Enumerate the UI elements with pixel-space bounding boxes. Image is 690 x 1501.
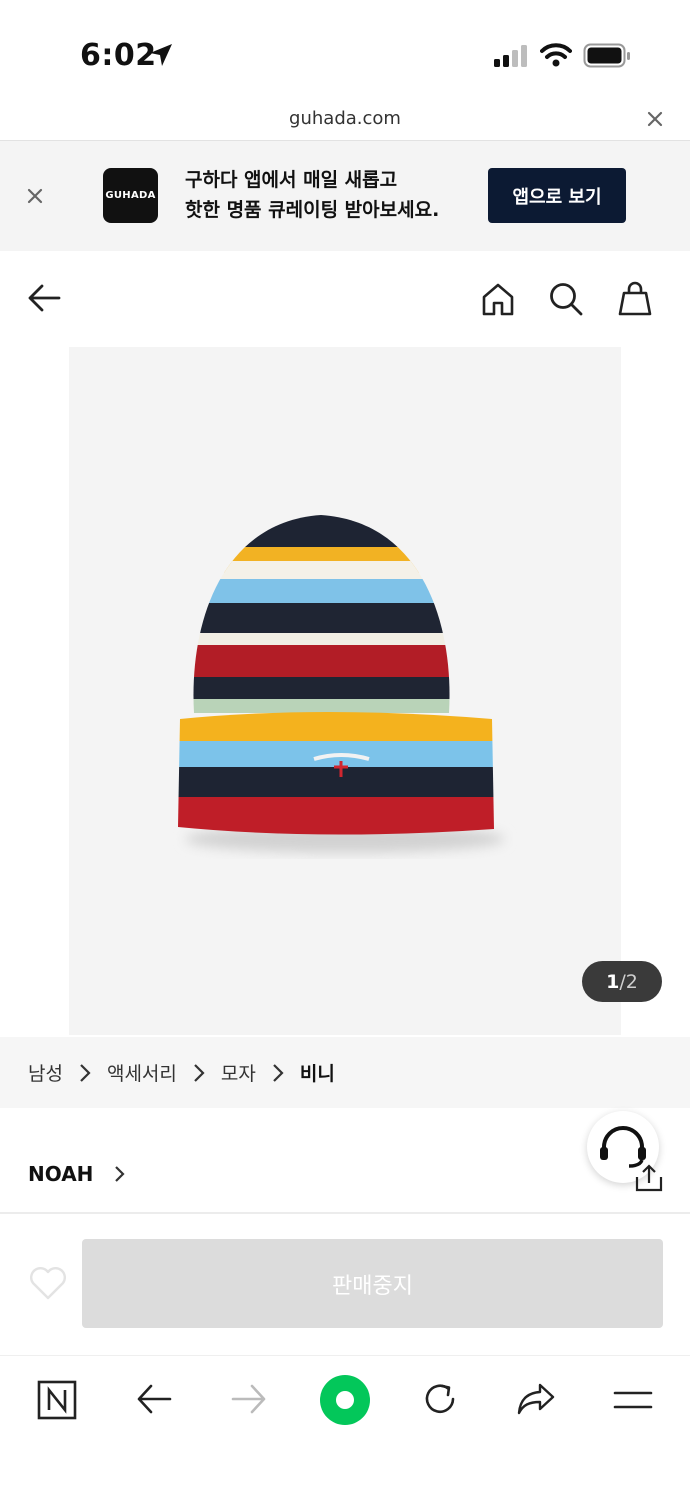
battery-icon: [583, 43, 630, 68]
menu-icon[interactable]: [613, 1389, 653, 1411]
naver-n-icon[interactable]: [37, 1380, 77, 1420]
open-app-button[interactable]: 앱으로 보기: [488, 168, 626, 223]
close-icon[interactable]: [647, 111, 663, 127]
banner-line-2: 핫한 명품 큐레이팅 받아보세요.: [185, 199, 440, 221]
browser-back-icon[interactable]: [136, 1383, 172, 1415]
brand-link[interactable]: NOAH: [28, 1162, 126, 1186]
search-icon[interactable]: [548, 281, 584, 317]
section-divider: [0, 1212, 690, 1214]
image-pager: 1 / 2: [582, 961, 662, 1002]
banner-message: 구하다 앱에서 매일 새롭고 핫한 명품 큐레이팅 받아보세요.: [185, 165, 439, 225]
guhada-logo: GUHADA: [103, 168, 158, 223]
breadcrumb-item-hats[interactable]: 모자: [221, 1059, 256, 1086]
heart-icon[interactable]: [28, 1265, 68, 1301]
sold-out-button[interactable]: 판매중지: [82, 1239, 663, 1328]
banner-close-icon[interactable]: [27, 188, 43, 204]
pager-current: 1: [606, 970, 620, 993]
status-time: 6:02: [80, 38, 157, 73]
share-icon[interactable]: [634, 1163, 664, 1193]
chevron-right-icon: [80, 1063, 91, 1082]
chevron-right-icon: [194, 1063, 205, 1082]
status-bar: 6:02: [0, 0, 690, 100]
cellular-signal-icon: [494, 45, 527, 67]
wifi-icon: [540, 43, 572, 67]
breadcrumb-item-accessories[interactable]: 액세서리: [107, 1059, 177, 1086]
banner-line-1: 구하다 앱에서 매일 새롭고: [185, 169, 398, 191]
back-arrow-icon[interactable]: [27, 283, 61, 313]
url-text[interactable]: guhada.com: [0, 108, 690, 129]
location-arrow-icon: [150, 44, 172, 66]
refresh-icon[interactable]: [421, 1380, 459, 1418]
shopping-bag-icon[interactable]: [617, 280, 653, 318]
naver-green-dot-icon[interactable]: [319, 1374, 371, 1426]
chevron-right-icon: [273, 1063, 284, 1082]
pager-total: 2: [625, 970, 638, 993]
chevron-right-icon: [115, 1166, 125, 1182]
breadcrumb-item-beanie[interactable]: 비니: [300, 1059, 335, 1086]
breadcrumb: 남성 액세서리 모자 비니: [0, 1037, 690, 1108]
brand-name: NOAH: [28, 1162, 94, 1186]
product-image[interactable]: [69, 347, 621, 1035]
browser-url-bar[interactable]: guhada.com: [0, 100, 690, 141]
browser-forward-icon[interactable]: [231, 1383, 267, 1415]
forward-share-icon[interactable]: [516, 1381, 556, 1417]
breadcrumb-item-men[interactable]: 남성: [28, 1059, 63, 1086]
browser-toolbar: [0, 1355, 690, 1501]
app-install-banner: GUHADA 구하다 앱에서 매일 새롭고 핫한 명품 큐레이팅 받아보세요. …: [0, 141, 690, 251]
home-icon[interactable]: [480, 281, 516, 317]
striped-beanie-image: [178, 515, 505, 853]
